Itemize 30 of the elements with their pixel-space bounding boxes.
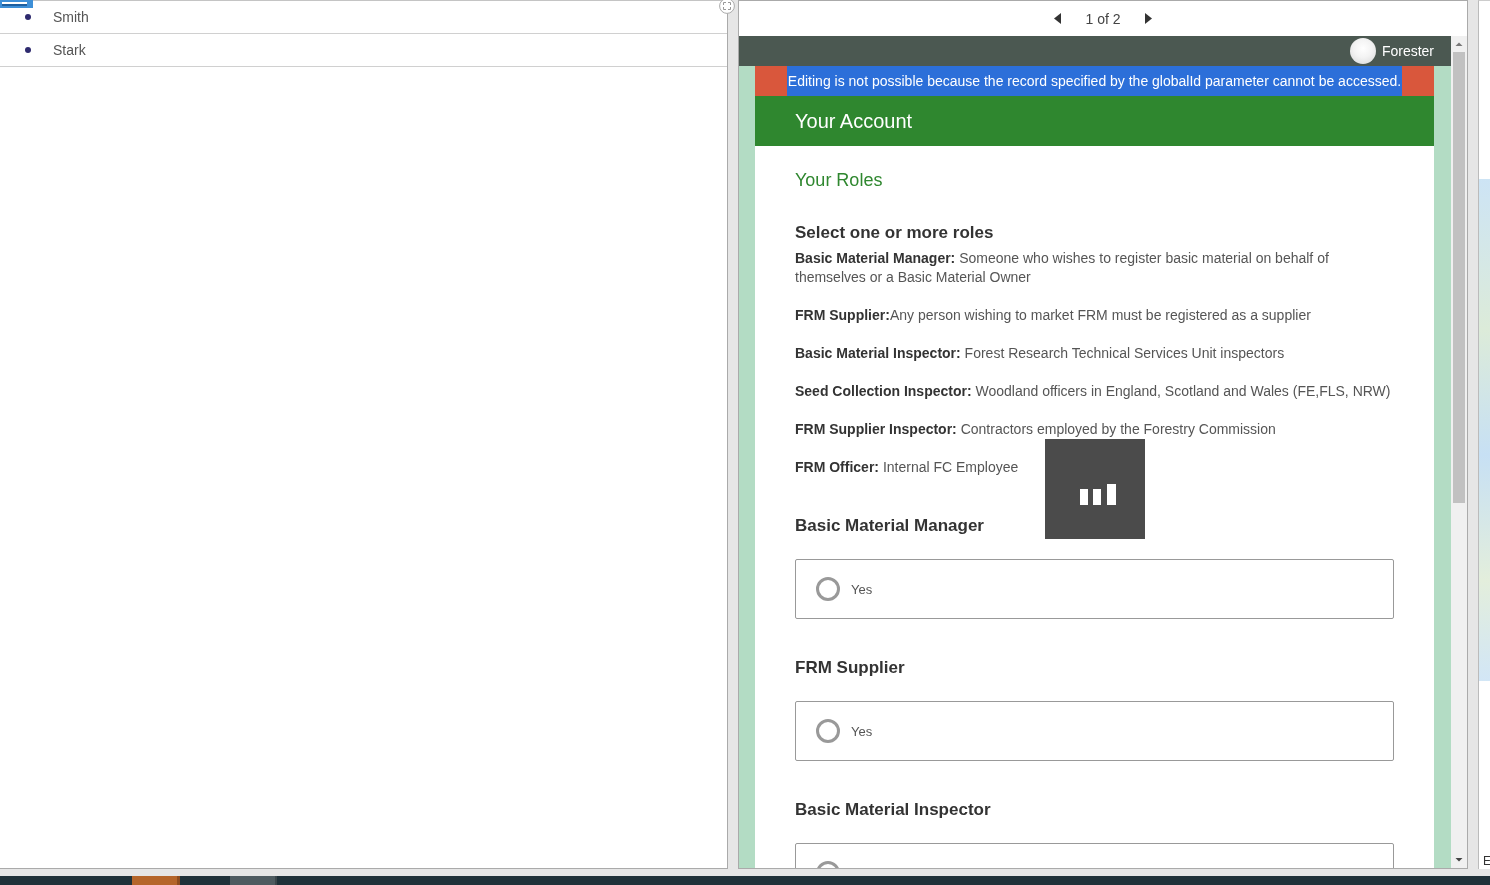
field-label: FRM Supplier (795, 657, 906, 679)
taskbar-app-icon[interactable] (132, 876, 180, 885)
user-name: Forester (1381, 43, 1434, 59)
taskbar-app-icon[interactable] (230, 876, 277, 885)
scrollbar-thumb[interactable] (1453, 52, 1465, 503)
radio-option[interactable]: Yes (816, 719, 873, 743)
map-attribution: E (1482, 854, 1490, 869)
caret-left-icon[interactable] (1054, 13, 1062, 24)
role-description: Basic Material Inspector: Forest Research Technical Services Unit inspectors (795, 344, 1285, 363)
role-description: Basic Material Manager: Someone who wishes to register basic material on behalf of themselves or a Basic Material Owner (795, 249, 1330, 287)
form-title: Your Account (795, 109, 913, 133)
expand-icon[interactable] (719, 0, 735, 14)
role-description: FRM Officer: Internal FC Employee (795, 458, 1019, 477)
radio-option[interactable]: Yes (816, 577, 873, 601)
section-title: Your Roles (795, 169, 884, 192)
role-description: Seed Collection Inspector: Woodland officers in England, Scotland and Wales (FE,FLS, NRW) (795, 382, 1391, 401)
error-message: Editing is not possible because the record specified by the globalId parameter cannot be accessed. (786, 66, 1403, 96)
avatar-icon (1349, 38, 1376, 64)
list-item[interactable]: Stark (0, 34, 727, 67)
bullet-icon (25, 47, 31, 53)
role-description: FRM Supplier:Any person wishing to market FRM must be registered as a supplier (795, 306, 1311, 325)
list-item[interactable]: Smith (0, 1, 727, 34)
caret-right-icon[interactable] (1144, 13, 1152, 24)
page-indicator: 1 of 2 (1085, 10, 1121, 27)
field-label: Basic Material Manager (795, 515, 985, 537)
role-description: FRM Supplier Inspector: Contractors employed by the Forestry Commission (795, 420, 1276, 439)
question-label: Select one or more roles (795, 222, 995, 244)
bullet-icon (25, 14, 31, 20)
field-label: Basic Material Inspector (795, 799, 992, 821)
loading-bars-icon (1080, 484, 1116, 505)
